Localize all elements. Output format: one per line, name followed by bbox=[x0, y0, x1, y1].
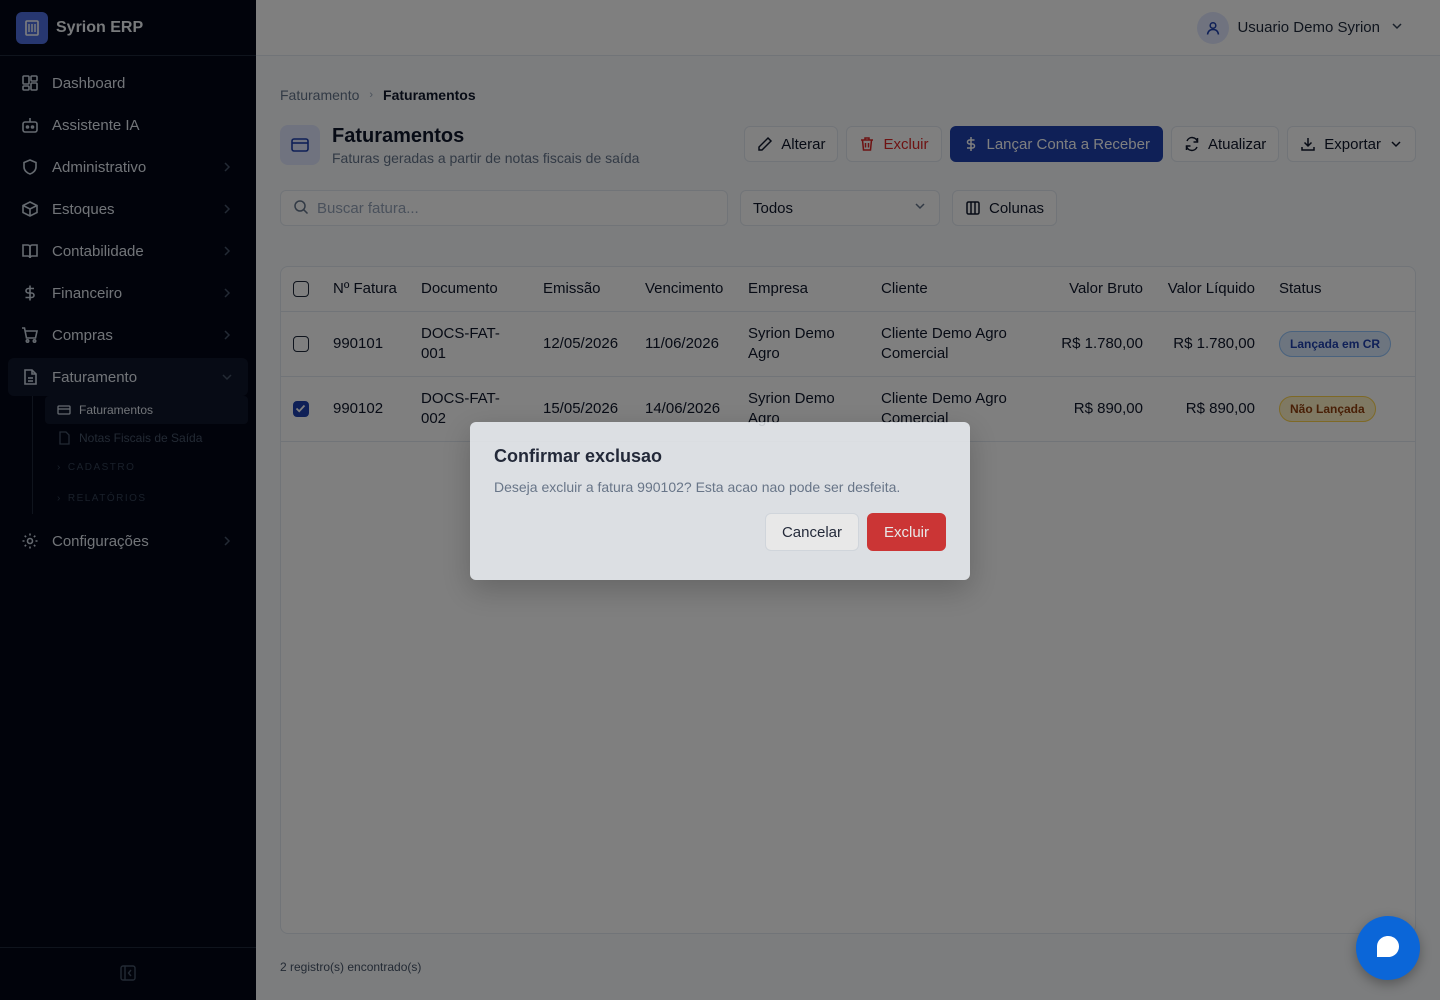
confirm-delete-button[interactable]: Excluir bbox=[866, 513, 946, 551]
dialog-title: Confirmar exclusao bbox=[494, 446, 663, 466]
dialog-actions: Cancelar Excluir bbox=[494, 513, 946, 551]
dialog-message: Deseja excluir a fatura 990102? Esta aca… bbox=[494, 479, 901, 495]
confirm-delete-dialog: Confirmar exclusao Deseja excluir a fatu… bbox=[470, 422, 970, 580]
chat-bubble-icon bbox=[1375, 934, 1401, 963]
cancel-button[interactable]: Cancelar bbox=[764, 513, 859, 551]
chat-button[interactable] bbox=[1356, 916, 1420, 980]
